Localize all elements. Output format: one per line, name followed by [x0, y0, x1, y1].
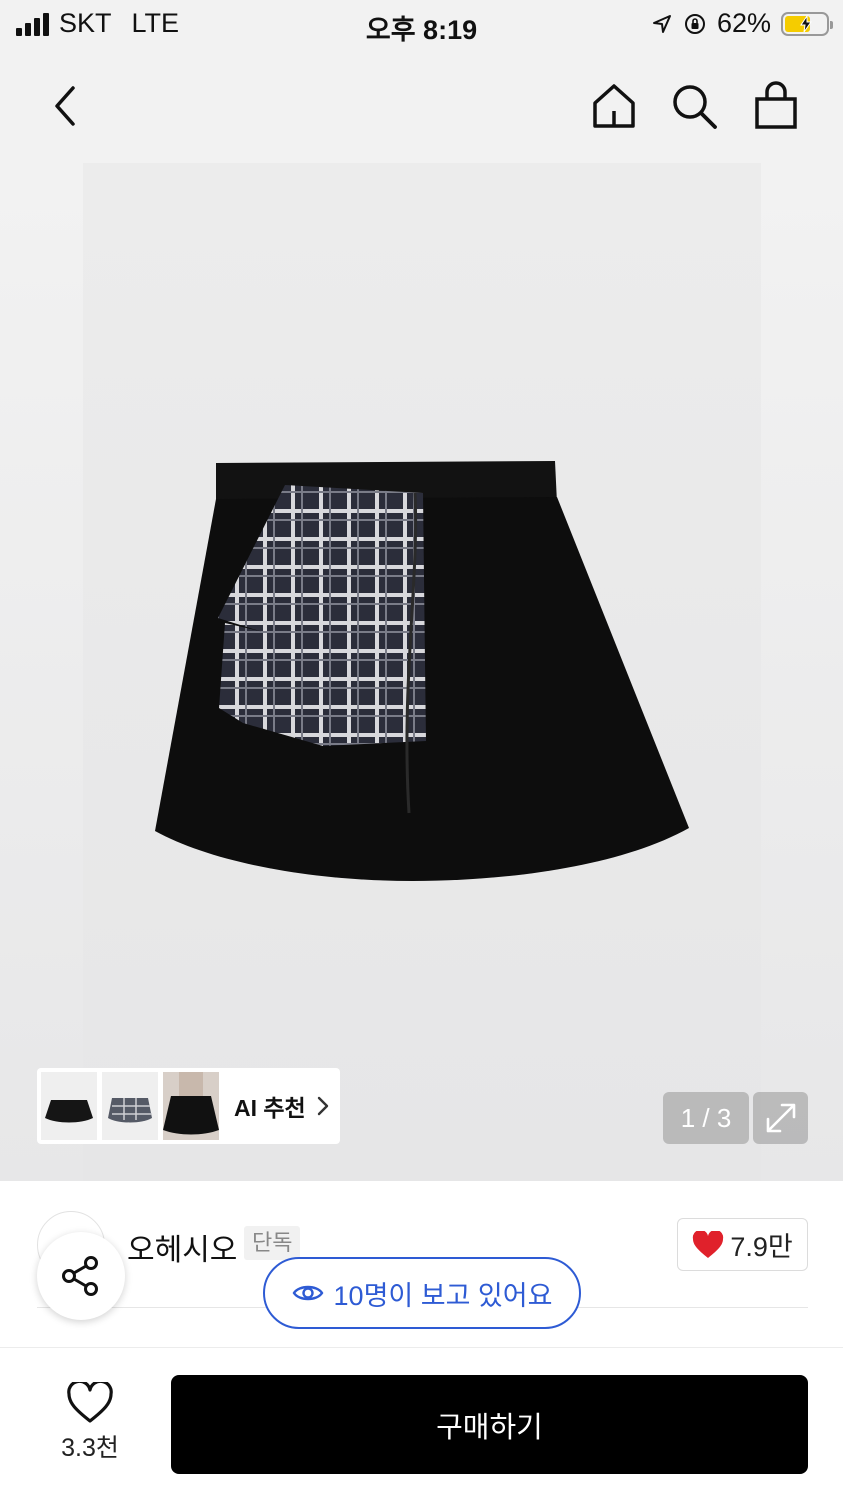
skirt-product-image — [155, 461, 689, 881]
eye-icon — [292, 1285, 323, 1301]
search-button[interactable] — [666, 78, 722, 134]
home-icon — [593, 84, 635, 128]
back-button[interactable] — [36, 78, 92, 134]
ai-recommend-card[interactable]: AI 추천 — [37, 1068, 340, 1144]
product-image-gallery[interactable]: AI 추천 1 / 3 — [0, 163, 843, 1181]
search-icon — [673, 85, 717, 129]
rotation-lock-icon — [684, 13, 705, 34]
wishlist-button[interactable]: 3.3천 — [40, 1382, 140, 1474]
ai-recommend-label: AI 추천 — [234, 1095, 306, 1121]
recommend-thumbnail[interactable] — [41, 1072, 97, 1140]
viewers-text: 10명이 보고 있어요 — [333, 1280, 553, 1311]
expand-image-button[interactable] — [753, 1092, 808, 1144]
location-arrow-icon — [652, 14, 671, 33]
like-count-button[interactable]: 7.9만 — [677, 1218, 808, 1271]
product-detail-page: SKT LTE 오후 8:19 62% AI 추천 1 / 3 오헤시오 단독 … — [0, 0, 843, 1500]
chevron-right-icon — [317, 1096, 328, 1116]
product-photo[interactable] — [83, 163, 761, 1181]
battery-icon — [781, 11, 833, 36]
top-nav-bar — [0, 48, 843, 163]
battery-percent: 62% — [716, 8, 771, 38]
like-count-value: 7.9만 — [730, 1232, 793, 1262]
recommend-thumbnail[interactable] — [163, 1072, 219, 1140]
recommend-thumbnail[interactable] — [102, 1072, 158, 1140]
share-button[interactable] — [37, 1232, 125, 1320]
bottom-action-bar: 3.3천 구매하기 — [0, 1347, 843, 1500]
brand-name[interactable]: 오헤시오 — [127, 1225, 237, 1269]
buy-button[interactable]: 구매하기 — [171, 1375, 808, 1474]
exclusive-badge: 단독 — [244, 1226, 301, 1260]
product-info-section: 오헤시오 단독 7.9만 10명이 보고 있어요 — [0, 1181, 843, 1347]
home-button[interactable] — [586, 78, 642, 134]
wishlist-count: 3.3천 — [61, 1434, 119, 1462]
status-bar: SKT LTE 오후 8:19 62% — [0, 0, 843, 48]
image-pager: 1 / 3 — [663, 1092, 749, 1144]
back-chevron-icon — [55, 86, 75, 126]
heart-filled-icon — [693, 1230, 724, 1258]
share-icon — [62, 1256, 98, 1296]
heart-outline-icon — [67, 1382, 113, 1423]
cart-button[interactable] — [748, 78, 804, 134]
shopping-bag-icon — [755, 81, 797, 129]
viewers-indicator: 10명이 보고 있어요 — [263, 1257, 581, 1329]
expand-icon — [766, 1103, 795, 1133]
